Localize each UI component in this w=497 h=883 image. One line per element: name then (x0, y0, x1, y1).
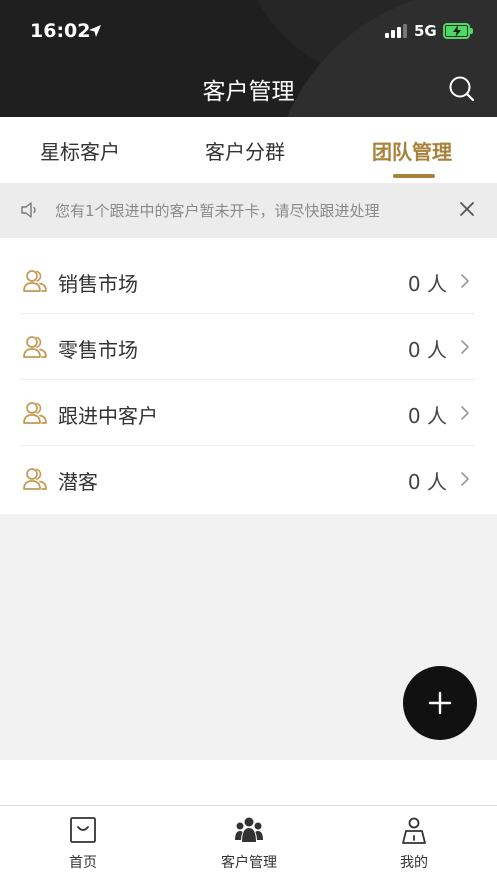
group-name: 跟进中客户 (58, 404, 158, 428)
list-item[interactable]: 销售市场 0 人 (0, 248, 497, 314)
users-icon (23, 402, 47, 424)
status-time: 16:02 (30, 20, 91, 42)
group-count: 0 人 (407, 470, 447, 494)
list-item[interactable]: 潜客 0 人 (0, 446, 497, 512)
nav-label: 客户管理 (221, 855, 277, 871)
tab-customer-groups[interactable]: 客户分群 (205, 136, 285, 165)
profile-badge-icon (402, 817, 426, 844)
chevron-right-icon (461, 274, 469, 288)
speaker-icon (21, 202, 36, 218)
group-name: 潜客 (58, 470, 98, 494)
active-tab-indicator (393, 174, 435, 178)
list-item[interactable]: 零售市场 0 人 (0, 314, 497, 380)
chevron-right-icon (461, 472, 469, 486)
nav-label: 首页 (69, 855, 97, 871)
nav-profile[interactable]: 我的 (354, 806, 474, 883)
chevron-right-icon (461, 340, 469, 354)
app-header: 16:02 5G 客户管理 (0, 0, 497, 117)
notice-banner: 您有1个跟进中的客户暂未开卡，请尽快跟进处理 (0, 183, 497, 238)
users-icon (23, 336, 47, 358)
bottom-navigation: 首页 客户管理 我的 (0, 805, 497, 883)
close-icon[interactable] (458, 200, 476, 218)
group-icon (235, 817, 263, 842)
group-count: 0 人 (407, 404, 447, 428)
users-icon (23, 468, 47, 490)
tab-bar: 星标客户 客户分群 团队管理 (0, 117, 497, 183)
shopping-bag-icon (70, 817, 96, 843)
group-count: 0 人 (407, 272, 447, 296)
users-icon (23, 270, 47, 292)
network-type: 5G (414, 22, 437, 40)
group-count: 0 人 (407, 338, 447, 362)
chevron-right-icon (461, 406, 469, 420)
group-name: 销售市场 (58, 272, 138, 296)
nav-customer-management[interactable]: 客户管理 (189, 806, 309, 883)
page-title: 客户管理 (202, 79, 295, 105)
search-icon[interactable] (447, 74, 477, 104)
nav-home[interactable]: 首页 (23, 806, 143, 883)
group-name: 零售市场 (58, 338, 138, 362)
tab-starred-customers[interactable]: 星标客户 (40, 136, 120, 165)
battery-icon (443, 23, 473, 39)
list-item[interactable]: 跟进中客户 0 人 (0, 380, 497, 446)
plus-icon (428, 691, 452, 715)
nav-label: 我的 (400, 855, 428, 871)
tab-team-management[interactable]: 团队管理 (372, 136, 452, 165)
team-group-list: 销售市场 0 人 零售市场 0 人 跟进中客户 0 人 潜客 0 人 (0, 248, 497, 512)
notice-text: 您有1个跟进中的客户暂未开卡，请尽快跟进处理 (55, 202, 380, 220)
add-button[interactable] (403, 666, 477, 740)
signal-strength-icon (385, 24, 409, 38)
location-arrow-icon (89, 25, 101, 37)
